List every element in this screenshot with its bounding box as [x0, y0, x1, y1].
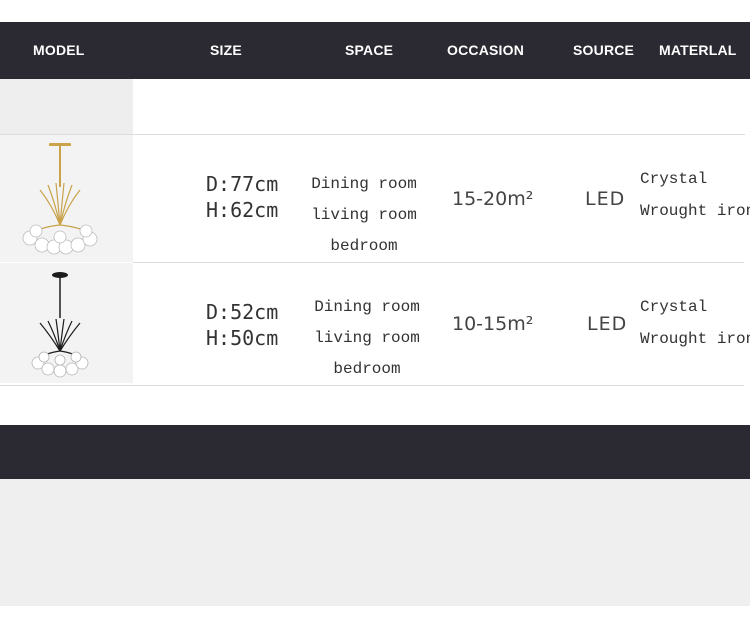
column-header-space: SPACE — [345, 42, 394, 58]
light-source: LED — [585, 188, 626, 210]
material-item: Wrought iron — [640, 202, 750, 220]
material-item: Wrought iron — [640, 330, 750, 348]
occasion-area: 10-15m² — [452, 313, 534, 335]
size-diameter: D:77cm — [206, 172, 279, 196]
material-item: Crystal — [640, 298, 708, 316]
material-list: Crystal Wrought iron — [640, 291, 750, 355]
product-image — [0, 263, 133, 383]
column-header-occasion: OCCASION — [447, 42, 525, 58]
table-header: MODEL SIZE SPACE OCCASION SOURCE MATERLA… — [0, 22, 750, 79]
size-diameter: D:52cm — [206, 300, 279, 324]
size-height: H:50cm — [206, 326, 279, 350]
space-item: Dining room — [314, 298, 420, 316]
material-item: Crystal — [640, 170, 708, 188]
blank-row-thumbnail — [0, 79, 133, 135]
space-item: bedroom — [330, 237, 398, 255]
footer-panel — [0, 479, 750, 606]
product-image — [0, 135, 133, 262]
space-item: bedroom — [333, 360, 401, 378]
occasion-area: 15-20m² — [452, 188, 534, 210]
space-list: Dining room living room bedroom — [304, 169, 424, 262]
gold-chandelier-image — [22, 143, 98, 255]
row-divider — [0, 385, 744, 386]
footer-bar — [0, 425, 750, 479]
light-source: LED — [587, 313, 628, 335]
space-list: Dining room living room bedroom — [307, 292, 427, 385]
size-height: H:62cm — [206, 198, 279, 222]
row-divider — [133, 262, 744, 263]
column-header-source: SOURCE — [573, 42, 635, 58]
column-header-size: SIZE — [210, 42, 242, 58]
black-chandelier-image — [31, 272, 89, 378]
material-list: Crystal Wrought iron — [640, 163, 750, 227]
space-item: living room — [314, 329, 420, 347]
column-header-model: MODEL — [33, 42, 85, 58]
space-item: living room — [311, 206, 417, 224]
column-header-material: MATERLAL — [659, 42, 737, 58]
space-item: Dining room — [311, 175, 417, 193]
